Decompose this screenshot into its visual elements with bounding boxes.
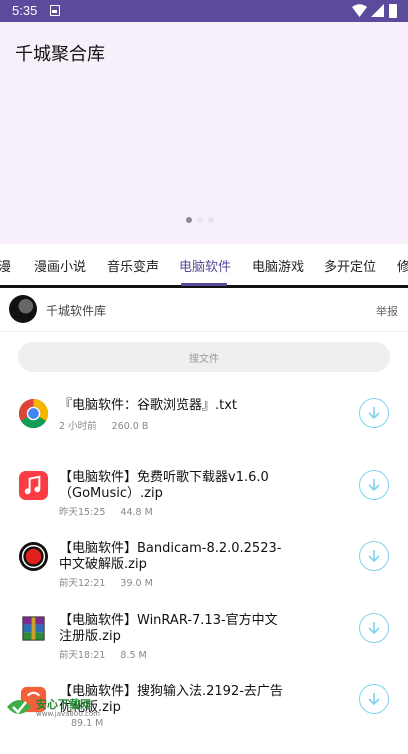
signal-icon xyxy=(371,4,384,17)
file-size: 39.0 M xyxy=(120,578,153,589)
file-size: 8.5 M xyxy=(120,650,147,661)
category-tabs: 漫 漫画小说 音乐变声 电脑软件 电脑游戏 多开定位 修 xyxy=(0,244,408,288)
list-item[interactable]: 【电脑软件】WinRAR-7.13-官方中文注册版.zip 前天18:21 8.… xyxy=(0,613,408,683)
file-time: 前天18:21 xyxy=(59,650,106,661)
file-meta: 昨天15:25 44.8 M xyxy=(59,504,165,518)
file-name: 【电脑软件】免费听歌下载器v1.6.0（GoMusic）.zip xyxy=(59,470,269,501)
banner-pagination xyxy=(186,217,214,225)
channel-header: 千城软件库 举报 xyxy=(0,290,408,332)
list-item[interactable]: 『电脑软件：谷歌浏览器』.txt 2 小时前 260.0 B xyxy=(0,398,408,468)
search-placeholder: 搜文件 xyxy=(189,354,219,365)
tab-comics-novels[interactable]: 漫画小说 xyxy=(34,256,86,275)
watermark: 安心下载网 www.java800.com xyxy=(4,692,114,722)
tab-partial-left[interactable]: 漫 xyxy=(0,256,11,275)
tab-partial-right[interactable]: 修 xyxy=(397,256,408,275)
banner[interactable]: 千城聚合库 xyxy=(0,22,408,244)
status-time: 5:35 xyxy=(12,3,38,18)
pagination-dot xyxy=(197,217,203,223)
list-item[interactable]: 【电脑软件】Bandicam-8.2.0.2523-中文破解版.zip 前天12… xyxy=(0,541,408,611)
download-button[interactable] xyxy=(359,470,389,500)
download-button[interactable] xyxy=(359,541,389,571)
tab-music[interactable]: 音乐变声 xyxy=(107,256,159,275)
pagination-dot xyxy=(186,217,192,223)
winrar-icon xyxy=(22,616,45,641)
tab-multi-location[interactable]: 多开定位 xyxy=(324,256,376,275)
status-bar: 5:35 xyxy=(0,0,408,22)
download-button[interactable] xyxy=(359,398,389,428)
download-icon xyxy=(368,479,380,492)
download-icon xyxy=(368,407,380,420)
record-icon xyxy=(18,541,49,572)
file-meta: 前天18:21 8.5 M xyxy=(59,647,159,661)
file-size: 260.0 B xyxy=(111,421,149,432)
tab-pc-software[interactable]: 电脑软件 xyxy=(179,256,231,275)
file-meta: 前天12:21 39.0 M xyxy=(59,575,165,589)
notification-icon xyxy=(50,5,60,16)
watermark-url: www.java800.com xyxy=(36,710,100,718)
avatar[interactable] xyxy=(9,295,37,323)
watermark-logo-icon xyxy=(7,700,31,714)
report-button[interactable]: 举报 xyxy=(376,303,398,319)
tab-indicator xyxy=(181,283,227,286)
download-icon xyxy=(368,693,380,706)
music-app-icon xyxy=(18,470,49,501)
file-meta: 2 小时前 260.0 B xyxy=(59,418,160,432)
list-item[interactable]: 【电脑软件】免费听歌下载器v1.6.0（GoMusic）.zip 昨天15:25… xyxy=(0,470,408,540)
page-title: 千城聚合库 xyxy=(15,44,105,65)
download-icon xyxy=(368,550,380,563)
file-size: 44.8 M xyxy=(120,507,153,518)
file-time: 昨天15:25 xyxy=(59,507,106,518)
battery-icon xyxy=(389,4,397,18)
tab-pc-games[interactable]: 电脑游戏 xyxy=(252,256,304,275)
chrome-icon xyxy=(18,398,49,429)
pagination-dot xyxy=(208,217,214,223)
file-name: 【电脑软件】Bandicam-8.2.0.2523-中文破解版.zip xyxy=(59,541,282,572)
download-button[interactable] xyxy=(359,613,389,643)
search-input[interactable]: 搜文件 xyxy=(18,342,390,372)
download-button[interactable] xyxy=(359,684,389,714)
file-name: 【电脑软件】WinRAR-7.13-官方中文注册版.zip xyxy=(59,613,278,644)
wifi-icon xyxy=(352,4,367,17)
file-time: 前天12:21 xyxy=(59,578,106,589)
file-name: 『电脑软件：谷歌浏览器』.txt xyxy=(59,398,238,413)
file-time: 2 小时前 xyxy=(59,421,97,432)
channel-name[interactable]: 千城软件库 xyxy=(46,302,106,319)
download-icon xyxy=(368,622,380,635)
